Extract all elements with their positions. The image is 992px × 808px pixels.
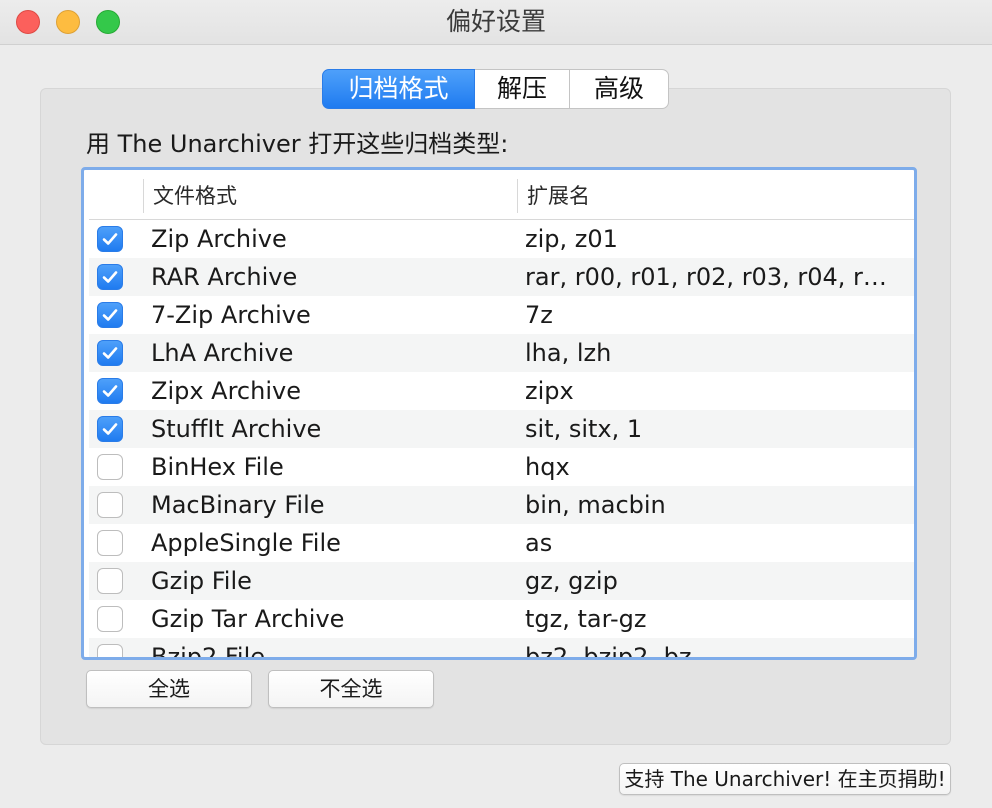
checkmark-icon bbox=[102, 347, 118, 359]
title-bar: 偏好设置 bbox=[0, 0, 992, 45]
table-row[interactable]: Zipx Archive zipx bbox=[89, 372, 914, 410]
format-extensions: hqx bbox=[525, 453, 570, 481]
format-name: Bzip2 File bbox=[151, 643, 266, 657]
format-name: Gzip File bbox=[151, 567, 252, 595]
checkbox-unchecked[interactable] bbox=[97, 530, 123, 556]
format-name: StuffIt Archive bbox=[151, 415, 322, 443]
select-all-button[interactable]: 全选 bbox=[86, 670, 252, 708]
formats-prompt: 用 The Unarchiver 打开这些归档类型: bbox=[86, 130, 509, 158]
table-row[interactable]: RAR Archive rar, r00, r01, r02, r03, r04,… bbox=[89, 258, 914, 296]
format-name: MacBinary File bbox=[151, 491, 325, 519]
table-header: 文件格式 扩展名 bbox=[89, 173, 914, 220]
format-extensions: bin, macbin bbox=[525, 491, 666, 519]
format-name: Zip Archive bbox=[151, 225, 287, 253]
table-row[interactable]: Gzip File gz, gzip bbox=[89, 562, 914, 600]
table-body: Zip Archive zip, z01 RAR Archive rar, r00, … bbox=[89, 220, 914, 657]
checkbox-unchecked[interactable] bbox=[97, 454, 123, 480]
table-row[interactable]: StuffIt Archive sit, sitx, 1 bbox=[89, 410, 914, 448]
preferences-window: 偏好设置 归档格式 解压 高级 用 The Unarchiver 打开这些归档类… bbox=[0, 0, 992, 808]
format-extensions: 7z bbox=[525, 301, 553, 329]
format-extensions: sit, sitx, 1 bbox=[525, 415, 643, 443]
table-row[interactable]: 7-Zip Archive 7z bbox=[89, 296, 914, 334]
column-header-extensions[interactable]: 扩展名 bbox=[527, 173, 590, 219]
tab-advanced[interactable]: 高级 bbox=[570, 69, 669, 109]
checkbox-unchecked[interactable] bbox=[97, 644, 123, 657]
checkmark-icon bbox=[102, 233, 118, 245]
format-name: LhA Archive bbox=[151, 339, 294, 367]
checkbox-checked[interactable] bbox=[97, 264, 123, 290]
header-separator bbox=[517, 179, 518, 213]
format-name: 7-Zip Archive bbox=[151, 301, 311, 329]
column-header-format[interactable]: 文件格式 bbox=[153, 173, 237, 219]
format-name: Zipx Archive bbox=[151, 377, 301, 405]
format-name: RAR Archive bbox=[151, 263, 298, 291]
window-title: 偏好设置 bbox=[445, 7, 546, 36]
format-extensions: rar, r00, r01, r02, r03, r04, r0… bbox=[525, 263, 900, 291]
support-donate-button[interactable]: 支持 The Unarchiver! 在主页捐助! bbox=[619, 763, 951, 795]
table-row[interactable]: Bzip2 File bz2, bzip2, bz bbox=[89, 638, 914, 657]
checkbox-checked[interactable] bbox=[97, 340, 123, 366]
tab-extraction[interactable]: 解压 bbox=[475, 69, 570, 109]
checkbox-checked[interactable] bbox=[97, 378, 123, 404]
format-extensions: bz2, bzip2, bz bbox=[525, 643, 692, 657]
checkbox-unchecked[interactable] bbox=[97, 568, 123, 594]
table-row[interactable]: AppleSingle File as bbox=[89, 524, 914, 562]
table-row[interactable]: BinHex File hqx bbox=[89, 448, 914, 486]
table-row[interactable]: Gzip Tar Archive tgz, tar-gz bbox=[89, 600, 914, 638]
format-extensions: zip, z01 bbox=[525, 225, 618, 253]
table-row[interactable]: Zip Archive zip, z01 bbox=[89, 220, 914, 258]
format-extensions: gz, gzip bbox=[525, 567, 618, 595]
table-row[interactable]: LhA Archive lha, lzh bbox=[89, 334, 914, 372]
checkbox-checked[interactable] bbox=[97, 226, 123, 252]
format-name: AppleSingle File bbox=[151, 529, 341, 557]
checkmark-icon bbox=[102, 385, 118, 397]
checkbox-unchecked[interactable] bbox=[97, 492, 123, 518]
format-name: BinHex File bbox=[151, 453, 284, 481]
checkmark-icon bbox=[102, 271, 118, 283]
checkmark-icon bbox=[102, 309, 118, 321]
header-separator bbox=[143, 179, 144, 213]
tab-archive-formats[interactable]: 归档格式 bbox=[322, 69, 475, 109]
format-extensions: lha, lzh bbox=[525, 339, 612, 367]
format-extensions: as bbox=[525, 529, 553, 557]
tab-bar: 归档格式 解压 高级 bbox=[322, 69, 669, 109]
checkbox-checked[interactable] bbox=[97, 302, 123, 328]
format-extensions: tgz, tar-gz bbox=[525, 605, 647, 633]
checkbox-unchecked[interactable] bbox=[97, 606, 123, 632]
checkbox-checked[interactable] bbox=[97, 416, 123, 442]
format-extensions: zipx bbox=[525, 377, 574, 405]
deselect-all-button[interactable]: 不全选 bbox=[268, 670, 434, 708]
table-row[interactable]: MacBinary File bin, macbin bbox=[89, 486, 914, 524]
format-name: Gzip Tar Archive bbox=[151, 605, 345, 633]
checkmark-icon bbox=[102, 423, 118, 435]
formats-table[interactable]: 文件格式 扩展名 Zip Archive zip, z01 RAR Archive r… bbox=[81, 167, 917, 660]
